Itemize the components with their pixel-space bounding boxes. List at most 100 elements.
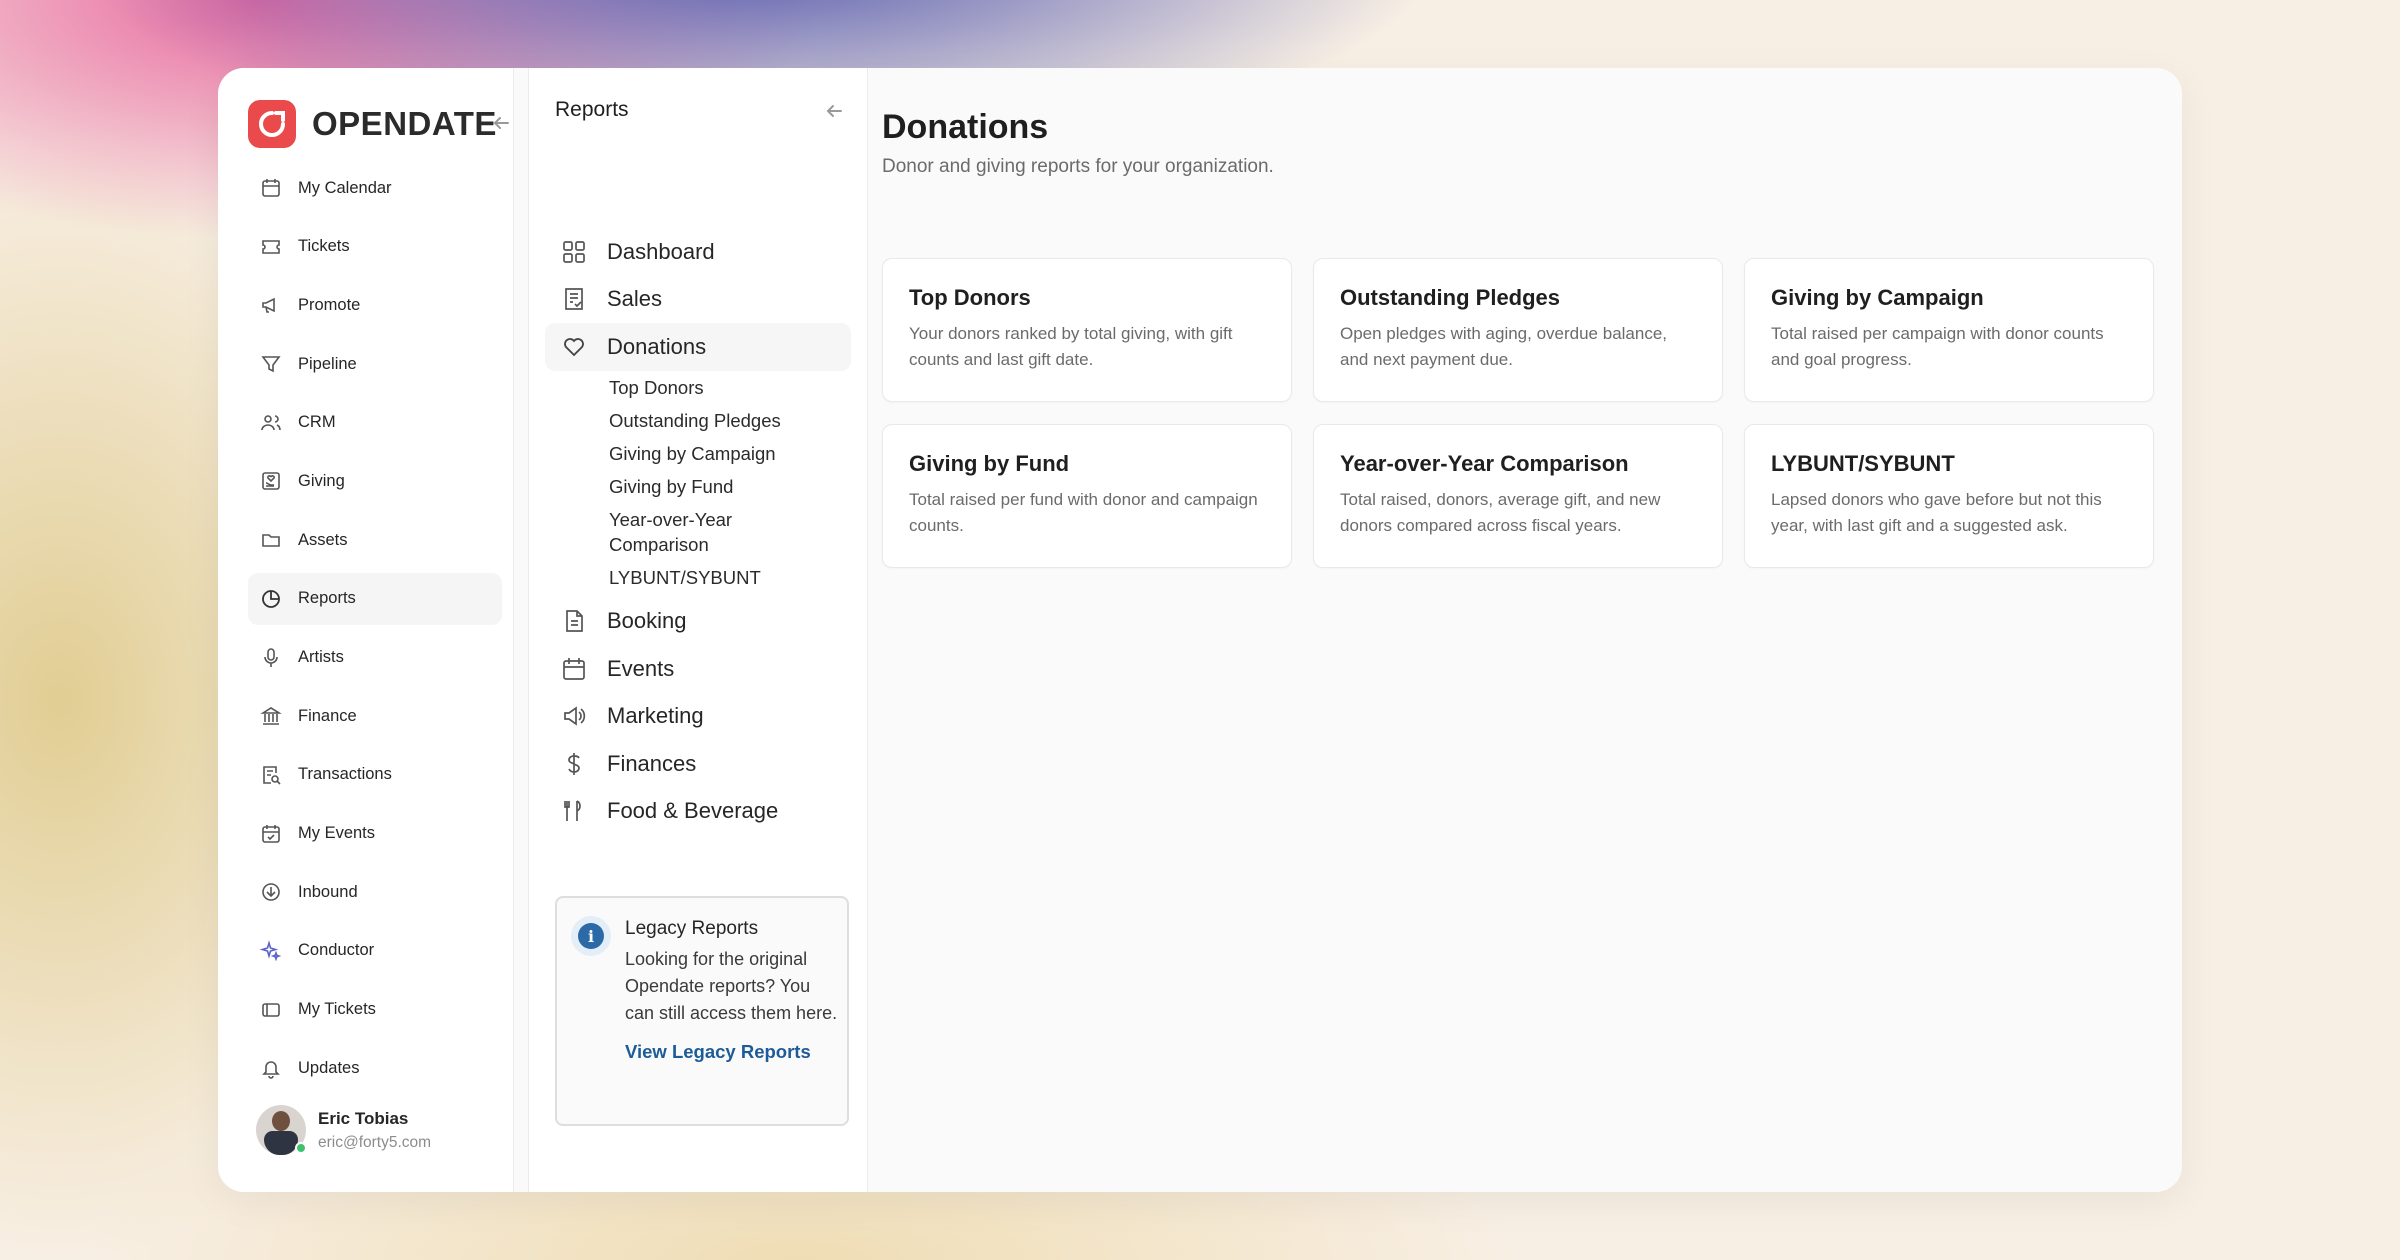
submenu-item-giving-by-campaign[interactable]: Giving by Campaign [609, 441, 809, 466]
document-icon [566, 610, 583, 633]
microphone-icon [264, 647, 278, 667]
sidebar-item-updates[interactable]: Updates [248, 1042, 502, 1094]
legacy-body: Looking for the original Opendate report… [625, 949, 838, 1023]
reports-item-donations[interactable]: Donations [545, 323, 851, 371]
sidebar-item-my-events[interactable]: My Events [248, 808, 502, 860]
card-title: Giving by Fund [909, 451, 1070, 476]
report-cards: Top Donors Your donors ranked by total g… [882, 258, 2154, 568]
card-description: Total raised per campaign with donor cou… [1771, 324, 2104, 369]
collapse-panel-icon[interactable] [823, 100, 845, 122]
calendar-check-icon [262, 824, 280, 843]
submenu-item-year-over-year[interactable]: Year-over-Year Comparison [609, 507, 759, 557]
sidebar-item-pipeline[interactable]: Pipeline [248, 338, 502, 390]
sidebar-item-artists[interactable]: Artists [248, 632, 502, 684]
sidebar-item-inbound[interactable]: Inbound [248, 866, 502, 918]
pie-chart-icon [262, 589, 280, 608]
reports-nav: Dashboard Sales Donations Top Donors Out… [545, 228, 851, 835]
reports-item-label: Donations [607, 333, 707, 359]
main-nav: My Calendar Tickets Promote Pipeline CRM [248, 162, 502, 1101]
page-subtitle: Donor and giving reports for your organi… [882, 156, 1274, 177]
report-card-outstanding-pledges[interactable]: Outstanding Pledges Open pledges with ag… [1313, 258, 1723, 402]
sidebar-item-label: Artists [298, 648, 344, 666]
donations-submenu: Top Donors Outstanding Pledges Giving by… [545, 375, 851, 590]
reports-item-booking[interactable]: Booking [545, 598, 851, 646]
main-sidebar: OPENDATE My Calendar Tickets Promote Pip… [218, 68, 514, 1192]
reports-item-label: Dashboard [607, 238, 715, 264]
heart-icon [564, 337, 584, 357]
card-title: Giving by Campaign [1771, 285, 1984, 310]
reports-item-finances[interactable]: Finances [545, 740, 851, 788]
reports-item-dashboard[interactable]: Dashboard [545, 228, 851, 276]
submenu-item-giving-by-fund[interactable]: Giving by Fund [609, 474, 809, 499]
report-card-lybunt-sybunt[interactable]: LYBUNT/SYBUNT Lapsed donors who gave bef… [1744, 424, 2154, 568]
sidebar-item-my-tickets[interactable]: My Tickets [248, 984, 502, 1036]
card-description: Total raised, donors, average gift, and … [1340, 490, 1661, 535]
sidebar-item-label: Assets [298, 530, 348, 549]
online-status-dot [295, 1142, 307, 1154]
giving-icon [262, 472, 280, 491]
user-email: eric@forty5.com [318, 1133, 432, 1151]
sidebar-item-label: Pipeline [298, 354, 357, 373]
sidebar-item-reports[interactable]: Reports [248, 572, 502, 625]
reports-panel: Reports Dashboard Sales Donations Top Do… [528, 68, 868, 1192]
legacy-title: Legacy Reports [625, 918, 759, 939]
submenu-item-lybunt-sybunt[interactable]: LYBUNT/SYBUNT [609, 565, 809, 590]
sidebar-item-label: Transactions [298, 765, 392, 784]
reports-item-label: Marketing [607, 703, 704, 729]
sidebar-item-crm[interactable]: CRM [248, 397, 502, 449]
view-legacy-reports-link[interactable]: View Legacy Reports [625, 1041, 847, 1063]
sidebar-item-label: Reports [298, 589, 356, 608]
legacy-reports-callout: i Legacy Reports Looking for the origina… [555, 896, 849, 1126]
info-icon: i [571, 916, 611, 956]
sidebar-item-giving[interactable]: Giving [248, 455, 502, 507]
page-title: Donations [882, 108, 1049, 146]
sparkle-icon [260, 940, 282, 962]
grid-icon [563, 240, 585, 263]
sidebar-item-promote[interactable]: Promote [248, 279, 502, 331]
sidebar-item-my-calendar[interactable]: My Calendar [248, 162, 502, 214]
sidebar-item-label: My Events [298, 824, 376, 843]
reports-item-food-beverage[interactable]: Food & Beverage [545, 788, 851, 836]
reports-item-marketing[interactable]: Marketing [545, 693, 851, 741]
sidebar-item-tickets[interactable]: Tickets [248, 221, 502, 273]
my-tickets-icon [262, 1002, 280, 1017]
bank-icon [260, 707, 282, 725]
avatar [256, 1105, 307, 1155]
reports-item-events[interactable]: Events [545, 645, 851, 693]
sidebar-item-label: My Calendar [298, 178, 392, 197]
sidebar-item-label: Conductor [298, 941, 375, 960]
sidebar-item-label: Tickets [298, 237, 350, 256]
sidebar-item-transactions[interactable]: Transactions [248, 749, 502, 801]
funnel-icon [261, 356, 281, 373]
users-icon [261, 414, 281, 430]
collapse-sidebar-icon[interactable] [490, 112, 512, 134]
sidebar-item-label: Updates [298, 1058, 360, 1077]
sidebar-item-conductor[interactable]: Conductor [248, 925, 502, 977]
dollar-icon [568, 752, 580, 775]
reports-item-label: Sales [607, 286, 663, 312]
report-card-giving-by-campaign[interactable]: Giving by Campaign Total raised per camp… [1744, 258, 2154, 402]
report-card-year-over-year[interactable]: Year-over-Year Comparison Total raised, … [1313, 424, 1723, 568]
ticket-icon [262, 239, 280, 254]
sidebar-item-label: Giving [298, 471, 345, 490]
report-card-giving-by-fund[interactable]: Giving by Fund Total raised per fund wit… [882, 424, 1292, 568]
sidebar-item-label: Promote [298, 295, 361, 314]
sidebar-item-finance[interactable]: Finance [248, 690, 502, 742]
main-content: Donations Donor and giving reports for y… [868, 68, 2182, 1192]
report-card-top-donors[interactable]: Top Donors Your donors ranked by total g… [882, 258, 1292, 402]
reports-item-sales[interactable]: Sales [545, 276, 851, 324]
submenu-item-top-donors[interactable]: Top Donors [609, 375, 809, 400]
app-window: OPENDATE My Calendar Tickets Promote Pip… [218, 68, 2182, 1192]
calendar-icon [563, 657, 585, 680]
user-name: Eric Tobias [318, 1108, 409, 1128]
submenu-item-outstanding-pledges[interactable]: Outstanding Pledges [609, 408, 809, 433]
receipt-search-icon [263, 766, 281, 785]
sidebar-item-label: Finance [298, 706, 357, 725]
logo[interactable]: OPENDATE [248, 100, 497, 148]
card-description: Your donors ranked by total giving, with… [909, 324, 1233, 369]
sidebar-item-assets[interactable]: Assets [248, 514, 502, 566]
opendate-logo-icon [248, 100, 296, 148]
user-profile[interactable]: Eric Tobias eric@forty5.com [256, 1105, 431, 1155]
card-description: Open pledges with aging, overdue balance… [1340, 324, 1668, 369]
folder-icon [262, 534, 280, 547]
